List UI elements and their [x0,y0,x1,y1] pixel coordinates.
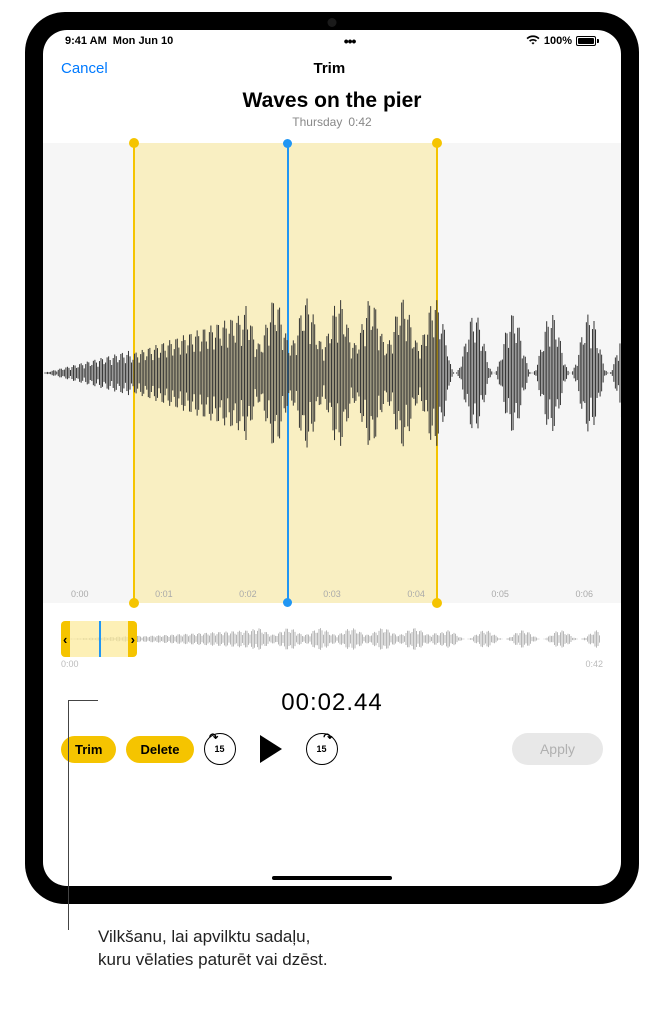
cancel-button[interactable]: Cancel [61,60,108,77]
page-title: Trim [314,60,346,77]
caption-text: Vilkšanu, lai apvilktu sadaļu,kuru vēlat… [98,926,328,972]
wifi-icon [526,35,540,48]
recording-title: Waves on the pier [43,89,621,113]
battery-percent: 100% [544,35,572,47]
home-indicator[interactable] [272,876,392,880]
time-ticks: 0:000:01 0:020:03 0:040:05 0:06 [43,589,621,599]
trim-handle-right[interactable]: › [130,632,136,647]
overview-scrubber[interactable]: ‹ › [61,621,603,657]
overview-waveform [61,627,601,651]
trim-button[interactable]: Trim [61,736,116,763]
playback-timer: 00:02.44 [43,669,621,733]
overview-playhead[interactable] [99,621,101,657]
callout-line [68,700,69,930]
rewind-arrow-icon: ↶ [209,731,218,744]
forward-arrow-icon: ↷ [323,731,332,744]
overview-ticks: 0:000:42 [61,659,603,669]
status-bar: 9:41 AM Mon Jun 10 ••• 100% [43,30,621,52]
apply-button[interactable]: Apply [512,733,603,765]
battery-icon [576,36,599,46]
status-time: 9:41 AM [65,35,107,47]
multitask-indicator: ••• [344,33,356,49]
delete-button[interactable]: Delete [126,736,193,763]
waveform-editor[interactable]: 0:000:01 0:020:03 0:040:05 0:06 [43,143,621,603]
skip-forward-button[interactable]: ↷ 15 [306,733,338,765]
trim-handle-left[interactable]: ‹ [62,632,68,647]
play-button[interactable] [260,735,282,763]
status-date: Mon Jun 10 [113,35,174,47]
recording-subtitle: Thursday0:42 [43,115,621,129]
skip-back-button[interactable]: ↶ 15 [204,733,236,765]
waveform-display [43,293,621,453]
